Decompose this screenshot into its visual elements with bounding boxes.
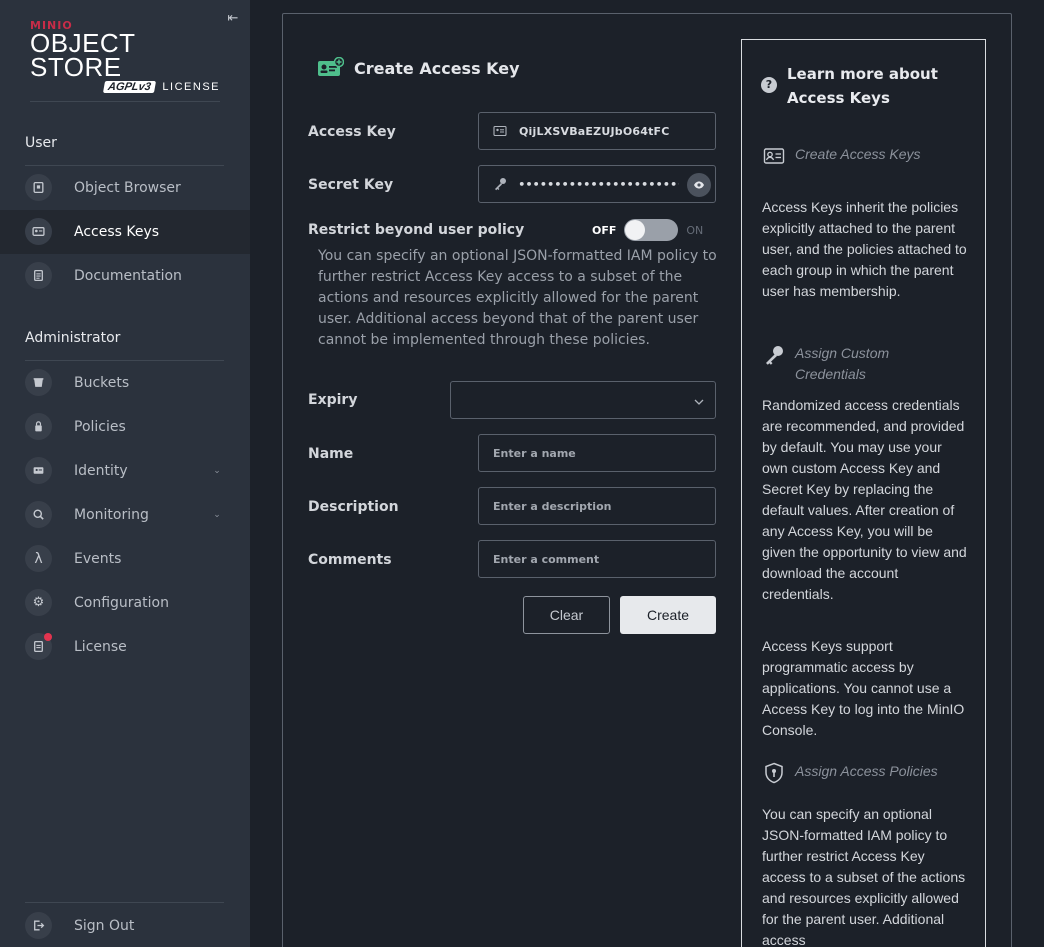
comments-input[interactable]: Enter a comment	[478, 540, 716, 578]
sidebar-item-label: Monitoring	[74, 507, 149, 523]
section-title-administrator: Administrator	[25, 330, 121, 346]
gear-icon: ⚙	[25, 589, 52, 616]
help-section-heading-text: Create Access Keys	[795, 146, 921, 162]
divider	[25, 902, 224, 903]
help-paragraph: Access Keys inherit the policies explici…	[762, 199, 967, 299]
restrict-policy-toggle[interactable]: OFF ON	[592, 219, 703, 241]
chevron-down-icon[interactable]: ⌄	[210, 508, 224, 522]
notification-badge	[44, 633, 52, 641]
toggle-on-label: ON	[686, 223, 704, 237]
help-header: ? Learn more about Access Keys	[761, 62, 947, 110]
sidebar-item-label: Policies	[74, 419, 126, 435]
help-section-heading-text: Assign Custom Credentials	[795, 345, 890, 382]
divider	[30, 101, 220, 102]
clear-button[interactable]: Clear	[523, 596, 610, 634]
secret-key-label: Secret Key	[308, 177, 394, 193]
logo-license-badge: AGPLv3	[102, 81, 156, 93]
sidebar-item-label: Sign Out	[74, 918, 135, 934]
access-key-field[interactable]: QijLXSVBaEZUJbO64tFC	[478, 112, 716, 150]
help-section-heading: Create Access Keys	[762, 144, 945, 167]
collapse-left-icon[interactable]: ⇤	[224, 10, 242, 28]
help-section-heading: Assign Access Policies	[762, 761, 945, 784]
help-circle-icon: ?	[761, 77, 777, 93]
sidebar-item-label: Events	[74, 551, 122, 567]
logout-icon	[25, 912, 52, 939]
toggle-switch[interactable]	[624, 219, 679, 241]
description-label: Description	[308, 499, 399, 515]
show-password-button[interactable]	[687, 173, 711, 197]
id-card-icon	[762, 144, 785, 167]
description-placeholder: Enter a description	[493, 499, 612, 513]
sidebar-item-license[interactable]: License	[0, 625, 250, 669]
sidebar-item-policies[interactable]: Policies	[0, 405, 250, 449]
help-paragraph: You can specify an optional JSON-formatt…	[762, 806, 966, 947]
id-card-icon	[493, 125, 511, 137]
expiry-select[interactable]	[450, 381, 716, 419]
sidebar-item-object-browser[interactable]: Object Browser	[0, 166, 250, 210]
sidebar-item-label: Object Browser	[74, 180, 181, 196]
sidebar-item-documentation[interactable]: Documentation	[0, 254, 250, 298]
name-label: Name	[308, 446, 354, 462]
lambda-icon: λ	[25, 545, 52, 572]
secret-key-value: ••••••••••••••••••••••••••••••••••••••••	[518, 177, 679, 191]
lock-icon	[25, 413, 52, 440]
key-icon	[493, 177, 510, 191]
comments-label: Comments	[308, 552, 392, 568]
create-button[interactable]: Create	[620, 596, 716, 634]
bucket-browse-icon	[25, 174, 52, 201]
description-input[interactable]: Enter a description	[478, 487, 716, 525]
eye-icon	[694, 181, 704, 189]
sidebar-item-label: Documentation	[74, 268, 182, 284]
sign-out-button[interactable]: Sign Out	[0, 904, 250, 947]
logo-license-word: LICENSE	[162, 81, 220, 93]
page-title: Create Access Key	[354, 58, 520, 78]
toggle-off-label: OFF	[592, 223, 617, 237]
access-key-value: QijLXSVBaEZUJbO64tFC	[519, 124, 670, 138]
sidebar-item-events[interactable]: λ Events	[0, 537, 250, 581]
chevron-down-icon[interactable]: ⌄	[210, 464, 224, 478]
sidebar-item-identity[interactable]: Identity ⌄	[0, 449, 250, 493]
access-key-card-icon	[318, 57, 344, 76]
restrict-policy-help: You can specify an optional JSON-formatt…	[318, 248, 717, 348]
help-section-heading-text: Assign Access Policies	[795, 763, 938, 779]
help-section-heading: Assign Custom Credentials	[762, 343, 945, 385]
monitoring-icon	[25, 501, 52, 528]
sidebar-item-monitoring[interactable]: Monitoring ⌄	[0, 493, 250, 537]
restrict-policy-label: Restrict beyond user policy	[308, 222, 525, 238]
minio-logo: MINIO OBJECT STORE AGPLv3 LICENSE	[30, 19, 226, 93]
sidebar-item-label: Identity	[74, 463, 128, 479]
sidebar: ⇤ MINIO OBJECT STORE AGPLv3 LICENSE User…	[0, 0, 250, 947]
sidebar-item-label: Access Keys	[74, 224, 160, 240]
shield-icon	[762, 761, 785, 784]
name-placeholder: Enter a name	[493, 446, 576, 460]
sidebar-item-label: License	[74, 639, 127, 655]
help-paragraph: Access Keys support programmatic access …	[762, 638, 965, 738]
sidebar-item-label: Configuration	[74, 595, 169, 611]
access-key-label: Access Key	[308, 124, 396, 140]
section-title-user: User	[25, 135, 57, 151]
key-icon	[762, 343, 785, 366]
license-icon	[25, 633, 52, 660]
chevron-down-icon	[693, 393, 705, 412]
bucket-icon	[25, 369, 52, 396]
sidebar-item-configuration[interactable]: ⚙ Configuration	[0, 581, 250, 625]
toggle-knob	[625, 220, 646, 240]
secret-key-field[interactable]: ••••••••••••••••••••••••••••••••••••••••	[478, 165, 716, 203]
name-input[interactable]: Enter a name	[478, 434, 716, 472]
identity-icon	[25, 457, 52, 484]
logo-product: OBJECT STORE	[30, 28, 136, 82]
sidebar-item-label: Buckets	[74, 375, 130, 391]
doc-icon	[25, 262, 52, 289]
sidebar-item-buckets[interactable]: Buckets	[0, 361, 250, 405]
help-title: Learn more about Access Keys	[787, 65, 938, 107]
sidebar-item-access-keys[interactable]: Access Keys	[0, 210, 250, 254]
id-card-icon	[25, 218, 52, 245]
help-paragraph: Randomized access credentials are recomm…	[762, 397, 967, 602]
form-header: Create Access Key	[317, 57, 520, 79]
expiry-label: Expiry	[308, 392, 358, 408]
comments-placeholder: Enter a comment	[493, 552, 600, 566]
